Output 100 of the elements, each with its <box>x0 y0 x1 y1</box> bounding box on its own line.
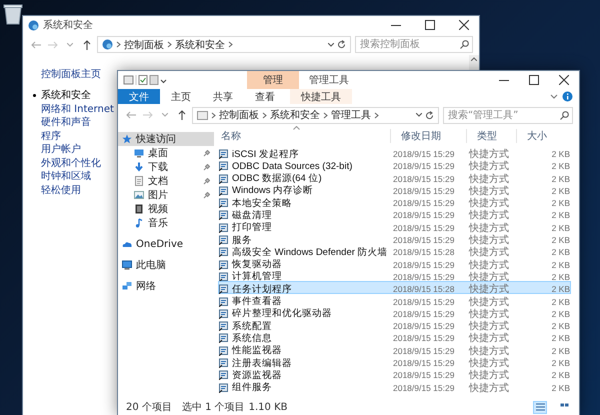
nav-pane-item[interactable]: OneDrive <box>118 237 214 251</box>
modified-date: 2018/9/15 15:29 <box>392 308 454 319</box>
file-row[interactable]: 组件服务 2018/9/15 15:29 快捷方式 2 KB <box>218 380 571 392</box>
category-link[interactable]: 轻松使用 <box>33 184 81 197</box>
file-row[interactable]: ODBC 数据源(64 位) 2018/9/15 15:29 快捷方式 2 KB <box>218 170 571 183</box>
breadcrumb-item[interactable]: 系统和安全 <box>175 38 225 52</box>
file-name: 打印管理 <box>232 221 272 234</box>
file-size: 2 KB <box>550 308 570 319</box>
dropdown-caret-icon[interactable] <box>328 42 334 46</box>
file-row[interactable]: 本地安全策略 2018/9/15 15:29 快捷方式 2 KB <box>218 195 571 208</box>
file-row[interactable]: 资源监视器 2018/9/15 15:29 快捷方式 2 KB <box>218 367 571 380</box>
search-field[interactable]: 搜索“管理工具” <box>443 106 573 124</box>
pin-icon[interactable] <box>203 192 210 198</box>
nav-pane-item[interactable]: 图片 <box>118 188 214 202</box>
modified-date: 2018/9/15 15:29 <box>392 174 454 184</box>
nav-pane-item[interactable]: 快速访问 <box>118 132 214 146</box>
breadcrumb-item[interactable]: 控制面板 <box>124 38 164 52</box>
ribbon-tab[interactable]: 共享 <box>202 89 244 104</box>
file-size: 2 KB <box>550 333 570 344</box>
address-bar[interactable]: 控制面板 系统和安全 管理工具 <box>192 106 439 124</box>
control-panel-home-link[interactable]: 控制面板主页 <box>33 67 101 81</box>
category-link[interactable]: 系统和安全 <box>33 89 91 102</box>
sort-caret-icon <box>293 126 300 130</box>
category-link[interactable]: 网络和 Internet <box>33 102 114 116</box>
up-arrow-icon <box>178 110 186 120</box>
selection-size: 1.10 KB <box>248 402 288 412</box>
pin-icon[interactable] <box>203 164 210 170</box>
file-row[interactable]: 性能监视器 2018/9/15 15:29 快捷方式 2 KB <box>218 342 571 356</box>
nav-pane-item[interactable]: 下载 <box>118 160 214 174</box>
details-view-button[interactable] <box>533 400 547 414</box>
file-row[interactable]: 磁盘清理 2018/9/15 15:29 快捷方式 2 KB <box>218 207 571 220</box>
nav-pane-item[interactable]: 视频 <box>118 202 214 216</box>
file-name: 服务 <box>232 234 252 247</box>
tool-shortcut-icon <box>219 284 229 294</box>
file-name: ODBC Data Sources (32-bit) <box>232 160 352 172</box>
file-row[interactable]: 任务计划程序 2018/9/15 15:28 快捷方式 2 KB <box>218 281 571 294</box>
file-row[interactable]: 恢复驱动器 2018/9/15 15:29 快捷方式 2 KB <box>218 256 571 269</box>
help-icon[interactable] <box>562 89 573 104</box>
file-type: 快捷方式 <box>468 282 510 296</box>
ribbon-tab[interactable]: 文件 <box>118 89 160 104</box>
pin-icon[interactable] <box>203 178 210 184</box>
category-link[interactable]: 时钟和区域 <box>33 170 91 184</box>
file-row[interactable]: iSCSI 发起程序 2018/9/15 15:29 快捷方式 2 KB <box>218 146 571 158</box>
file-name: 性能监视器 <box>232 344 282 358</box>
quick-access-toolbar-icon[interactable] <box>123 74 167 86</box>
ribbon-tab[interactable]: 查看 <box>244 89 286 104</box>
ribbon-tab[interactable]: 主页 <box>160 89 202 104</box>
nav-pane-item[interactable]: 音乐 <box>118 216 214 230</box>
nav-pane-item[interactable]: 桌面 <box>118 146 214 160</box>
file-size: 2 KB <box>550 210 570 220</box>
file-row[interactable]: 打印管理 2018/9/15 15:29 快捷方式 2 KB <box>218 220 571 232</box>
file-row[interactable]: 高级安全 Windows Defender 防火墙 2018/9/15 15:28 快捷方式 2 KB <box>218 244 571 257</box>
breadcrumb-item[interactable]: 管理工具 <box>331 108 371 122</box>
column-header[interactable]: 类型 <box>466 129 516 143</box>
refresh-icon[interactable] <box>337 40 346 49</box>
breadcrumb-item[interactable]: 控制面板 <box>219 108 259 122</box>
dropdown-caret-icon[interactable] <box>416 113 422 117</box>
search-field[interactable]: 搜索控制面板 <box>355 36 473 53</box>
file-size: 2 KB <box>550 198 570 208</box>
file-row[interactable]: Windows 内存诊断 2018/9/15 15:29 快捷方式 2 KB <box>218 182 571 196</box>
chevron-icon <box>262 112 267 118</box>
address-bar[interactable]: 控制面板 系统和安全 <box>97 36 351 53</box>
ribbon-tab[interactable]: 快捷工具 <box>290 89 352 104</box>
column-header[interactable]: 名称 <box>218 129 390 143</box>
column-header[interactable]: 大小 <box>516 129 571 143</box>
modified-date: 2018/9/15 15:29 <box>392 321 454 332</box>
file-name: 磁盘清理 <box>232 208 272 222</box>
recycle-bin-icon[interactable] <box>3 3 23 25</box>
file-row[interactable]: 系统信息 2018/9/15 15:29 快捷方式 2 KB <box>218 330 571 343</box>
file-row[interactable]: 系统配置 2018/9/15 15:29 快捷方式 2 KB <box>218 318 571 330</box>
nav-pane-item[interactable]: 文档 <box>118 174 214 188</box>
file-size: 2 KB <box>550 346 570 356</box>
file-size: 2 KB <box>550 382 570 393</box>
file-row[interactable]: 事件查看器 2018/9/15 15:29 快捷方式 2 KB <box>218 294 571 306</box>
category-link[interactable]: 外观和个性化 <box>33 156 101 170</box>
nav-pane-item[interactable]: 网络 <box>118 279 214 293</box>
category-link[interactable]: 程序 <box>33 130 61 143</box>
window-title: 管理工具 <box>309 74 349 87</box>
control-panel-icon <box>28 20 39 30</box>
folder-icon <box>197 110 208 120</box>
file-name: 系统信息 <box>232 332 272 345</box>
file-type: 快捷方式 <box>468 172 510 186</box>
modified-date: 2018/9/15 15:29 <box>392 358 454 368</box>
breadcrumb-item[interactable]: 系统和安全 <box>270 108 320 122</box>
scrollbar[interactable] <box>469 55 479 71</box>
nav-pane-item[interactable]: 此电脑 <box>118 258 214 272</box>
scroll-up-icon[interactable] <box>471 57 477 61</box>
left-arrow-icon <box>30 40 40 48</box>
column-header[interactable]: 修改日期 <box>390 129 466 143</box>
file-row[interactable]: ODBC Data Sources (32-bit) 2018/9/15 15:29 快捷方式 2 KB <box>218 158 571 171</box>
file-row[interactable]: 碎片整理和优化驱动器 2018/9/15 15:29 快捷方式 2 KB <box>218 306 571 318</box>
file-row[interactable]: 注册表编辑器 2018/9/15 15:29 快捷方式 2 KB <box>218 355 571 368</box>
refresh-icon[interactable] <box>425 110 434 120</box>
pin-icon[interactable] <box>203 150 210 156</box>
modified-date: 2018/9/15 15:29 <box>392 370 454 380</box>
category-link[interactable]: 硬件和声音 <box>33 116 91 130</box>
file-size: 2 KB <box>550 370 570 380</box>
category-link[interactable]: 用户帐户 <box>33 143 81 156</box>
file-type: 快捷方式 <box>468 332 510 346</box>
file-row[interactable]: 服务 2018/9/15 15:29 快捷方式 2 KB <box>218 232 571 244</box>
